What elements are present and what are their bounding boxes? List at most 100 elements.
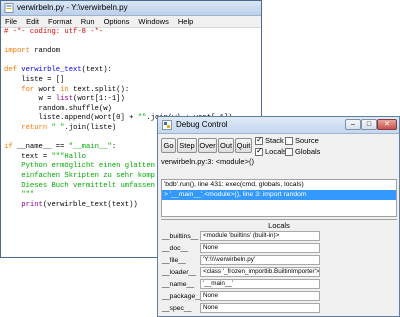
- stack-frame[interactable]: 'bdb'.run(), line 431: exec(cmd, globals…: [162, 180, 396, 190]
- locals-row: __package__ None: [161, 290, 397, 302]
- locals-panel: __builtins__ <module 'builtins' (built-in…: [161, 230, 397, 315]
- locals-row: __spec__ None: [161, 302, 397, 314]
- local-name: __name__: [162, 280, 195, 288]
- globals-checkbox-label: Globals: [295, 147, 321, 156]
- minimize-icon: –: [351, 121, 355, 128]
- code-line[interactable]: for wort in text.split():: [4, 86, 261, 96]
- code-token: if: [4, 143, 13, 152]
- locals-row: __doc__ None: [161, 242, 397, 254]
- code-line[interactable]: import random: [4, 47, 261, 57]
- code-token: __name__ ==: [12, 143, 69, 152]
- code-token: """: [4, 191, 35, 200]
- go-button[interactable]: Go: [161, 138, 176, 153]
- menu-edit[interactable]: Edit: [26, 16, 39, 27]
- code-token: verwirble_text: [21, 66, 82, 75]
- local-value-field[interactable]: None: [200, 291, 320, 301]
- close-button[interactable]: ✕: [377, 119, 397, 130]
- local-value-field[interactable]: <class '_frozen_importlib.BuiltinImporte…: [200, 267, 320, 277]
- code-token: (text):: [81, 66, 112, 75]
- code-token: # -*- coding: utf-8 -*-: [4, 28, 104, 36]
- local-name: __package__: [162, 292, 203, 300]
- code-token: def: [4, 66, 17, 75]
- stack-list[interactable]: 'bdb'.run(), line 431: exec(cmd, globals…: [161, 179, 397, 217]
- stack-frame-selected[interactable]: > '__main__'.<module>(), line 3: import …: [162, 190, 396, 200]
- code-token: Dieses Buch vermittelt umfassen: [4, 181, 155, 190]
- code-token: text =: [4, 152, 52, 161]
- code-token: random: [29, 47, 61, 56]
- code-token: print: [21, 200, 43, 209]
- locals-row: __builtins__ <module 'builtins' (built-in…: [161, 230, 397, 242]
- code-line[interactable]: [4, 38, 261, 48]
- menu-options[interactable]: Options: [104, 16, 130, 27]
- code-token: text.split():: [68, 85, 130, 94]
- local-name: __spec__: [162, 304, 192, 312]
- menu-windows[interactable]: Windows: [138, 16, 168, 27]
- local-value-field[interactable]: None: [200, 303, 320, 313]
- code-token: einfachen Skripten zu sehr komp: [4, 171, 155, 180]
- code-token: wort: [34, 85, 61, 94]
- debug-control-window: Debug Control – □ ✕ Go Step Over Out Qui…: [157, 116, 400, 317]
- step-button[interactable]: Step: [177, 138, 197, 153]
- stack-checkbox-label: Stack: [265, 136, 284, 145]
- code-token: :: [111, 143, 117, 152]
- idle-icon: [162, 120, 172, 130]
- locals-row: __file__ 'Y:\\\\verwirbeln.py': [161, 254, 397, 266]
- local-value-field[interactable]: None: [200, 243, 320, 253]
- editor-title: verwirbeln.py - Y:\verwirbeln.py: [17, 3, 128, 12]
- code-token: """Hallo: [51, 152, 86, 161]
- local-value-field[interactable]: '__main__': [200, 279, 320, 289]
- menu-run[interactable]: Run: [81, 16, 95, 27]
- code-token: in: [60, 85, 69, 94]
- out-button[interactable]: Out: [218, 138, 234, 153]
- code-line[interactable]: random.shuffle(w): [4, 105, 261, 115]
- source-checkbox[interactable]: [285, 137, 293, 145]
- local-value-field[interactable]: <module 'builtins' (built-in)>: [200, 231, 320, 241]
- code-line[interactable]: def verwirble_text(text):: [4, 66, 261, 76]
- locals-row: __loader__ <class '_frozen_importlib.Buil…: [161, 266, 397, 278]
- code-token: return: [21, 123, 48, 132]
- code-line[interactable]: [4, 57, 261, 67]
- source-checkbox-label: Source: [295, 136, 319, 145]
- maximize-icon: □: [366, 121, 372, 128]
- code-token: liste = []: [4, 75, 65, 84]
- code-token: liste.append(wort[0] +: [4, 114, 138, 123]
- local-name: __doc__: [162, 244, 189, 252]
- editor-titlebar[interactable]: verwirbeln.py - Y:\verwirbeln.py: [1, 1, 261, 16]
- menubar: File Edit Format Run Options Windows Hel…: [1, 16, 261, 28]
- locals-row: __name__ '__main__': [161, 278, 397, 290]
- code-line[interactable]: # -*- coding: utf-8 -*-: [4, 28, 261, 38]
- code-token: import: [4, 47, 30, 56]
- code-token: Python ermöglicht einen glatten: [4, 162, 155, 171]
- quit-button[interactable]: Quit: [235, 138, 252, 153]
- python-file-icon: [4, 3, 14, 13]
- stack-checkbox[interactable]: [255, 135, 263, 145]
- menu-file[interactable]: File: [5, 16, 17, 27]
- over-button[interactable]: Over: [198, 138, 217, 153]
- local-name: __file__: [162, 256, 186, 264]
- code-token: list: [55, 95, 74, 104]
- code-line[interactable]: liste = []: [4, 76, 261, 86]
- maximize-button[interactable]: □: [361, 119, 377, 130]
- code-token: w =: [4, 95, 56, 104]
- code-token: "__main__": [68, 143, 112, 152]
- minimize-button[interactable]: –: [345, 119, 361, 130]
- code-token: (wort[1:-1]): [73, 95, 125, 104]
- code-line[interactable]: w = list(wort[1:-1]): [4, 95, 261, 105]
- local-value-field[interactable]: 'Y:\\\\verwirbeln.py': [200, 255, 320, 265]
- code-token: random.shuffle(w): [4, 104, 112, 113]
- code-token: for: [21, 85, 35, 94]
- menu-format[interactable]: Format: [48, 16, 72, 27]
- debug-titlebar[interactable]: Debug Control – □ ✕: [158, 117, 399, 134]
- globals-checkbox[interactable]: [285, 148, 293, 156]
- locals-checkbox-label: Locals: [265, 147, 287, 156]
- menu-help[interactable]: Help: [178, 16, 193, 27]
- local-name: __builtins__: [162, 232, 199, 240]
- close-icon: ✕: [384, 121, 390, 128]
- debug-status: verwirbeln.py:3: <module>(): [161, 157, 254, 166]
- code-token: (verwirble_text(text)): [42, 200, 138, 209]
- locals-checkbox[interactable]: [255, 146, 263, 156]
- local-name: __loader__: [162, 268, 197, 276]
